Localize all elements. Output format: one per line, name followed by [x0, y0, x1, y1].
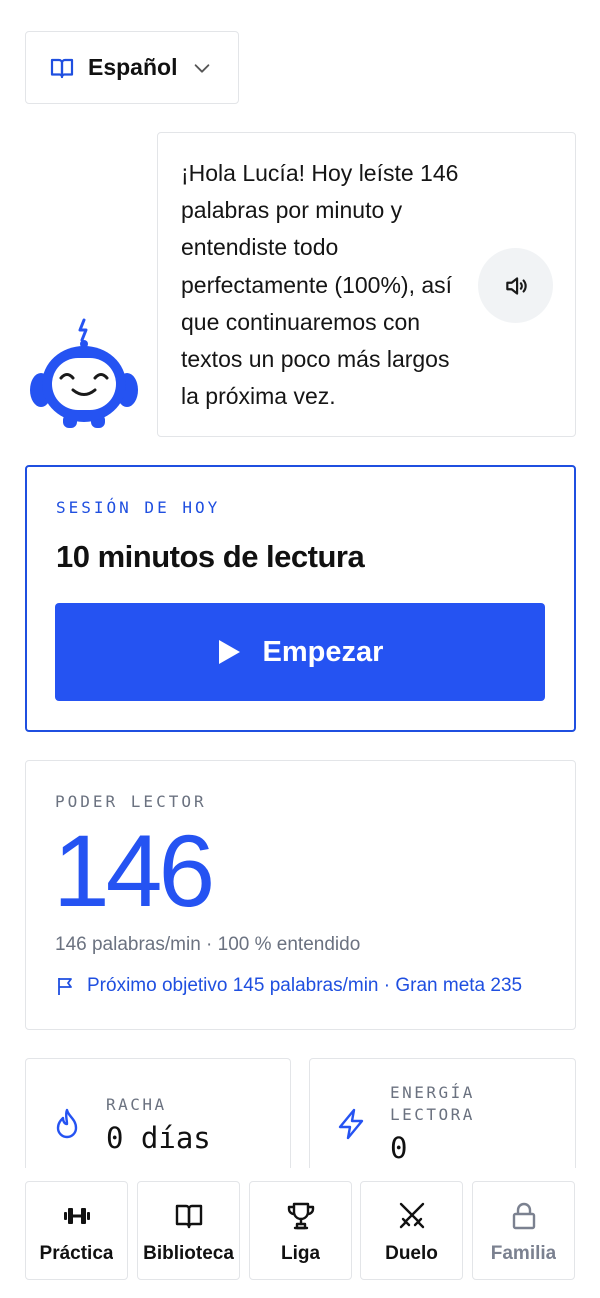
crossed-swords-icon: [399, 1202, 424, 1229]
flag-icon: [58, 978, 72, 995]
trophy-icon: [287, 1202, 314, 1230]
feedback-message: ¡Hola Lucía! Hoy leíste 146 palabras por…: [181, 160, 459, 410]
play-audio-button[interactable]: [478, 248, 553, 323]
robot-mascot: [30, 318, 138, 428]
nav-league[interactable]: Liga: [249, 1181, 352, 1280]
book-icon: [175, 1204, 202, 1229]
nav-league-label: Liga: [280, 1243, 321, 1264]
flame-icon: [56, 1108, 78, 1139]
reading-power-value: 146: [53, 814, 215, 928]
streak-value: 0 días: [106, 1121, 211, 1155]
streak-label: RACHA: [106, 1095, 167, 1114]
reading-power-kicker: PODER LECTOR: [55, 792, 207, 811]
reading-power-card: PODER LECTOR 146 146 palabras/min · 100 …: [25, 760, 576, 1030]
nav-duel[interactable]: Duelo: [360, 1181, 463, 1280]
reading-goal: Próximo objetivo 145 palabras/min · Gran…: [55, 975, 522, 997]
chevron-down-icon: [195, 63, 210, 73]
energy-label-line2: LECTORA: [390, 1105, 475, 1124]
play-icon: [218, 640, 240, 664]
energy-value: 0: [390, 1131, 408, 1165]
start-button[interactable]: Empezar: [55, 603, 545, 701]
language-label: Español: [88, 54, 178, 80]
dumbbell-icon: [63, 1208, 90, 1224]
reading-stats: 146 palabras/min · 100 % entendido: [55, 934, 361, 955]
today-session-card: SESIÓN DE HOY 10 minutos de lectura Empe…: [25, 465, 576, 732]
nav-family[interactable]: Familia: [472, 1181, 575, 1280]
lock-icon: [512, 1202, 535, 1230]
speaker-icon: [505, 276, 527, 295]
session-kicker: SESIÓN DE HOY: [56, 498, 221, 517]
session-title: 10 minutos de lectura: [56, 539, 365, 574]
nav-practice-label: Práctica: [39, 1243, 114, 1264]
nav-library[interactable]: Biblioteca: [137, 1181, 240, 1280]
nav-family-label: Familia: [490, 1243, 557, 1264]
book-icon: [50, 58, 74, 78]
start-button-label: Empezar: [262, 635, 384, 668]
energy-label: ENERGÍA LECTORA: [390, 1082, 475, 1126]
reading-goal-text: Próximo objetivo 145 palabras/min · Gran…: [87, 975, 523, 996]
lightning-icon: [338, 1108, 364, 1140]
bottom-navigation: Práctica Biblioteca Liga Duelo Familia: [0, 1168, 600, 1298]
nav-duel-label: Duelo: [385, 1243, 438, 1264]
nav-practice[interactable]: Práctica: [25, 1181, 128, 1280]
nav-library-label: Biblioteca: [143, 1243, 234, 1264]
language-selector[interactable]: Español: [25, 31, 239, 104]
energy-label-line1: ENERGÍA: [390, 1083, 475, 1102]
